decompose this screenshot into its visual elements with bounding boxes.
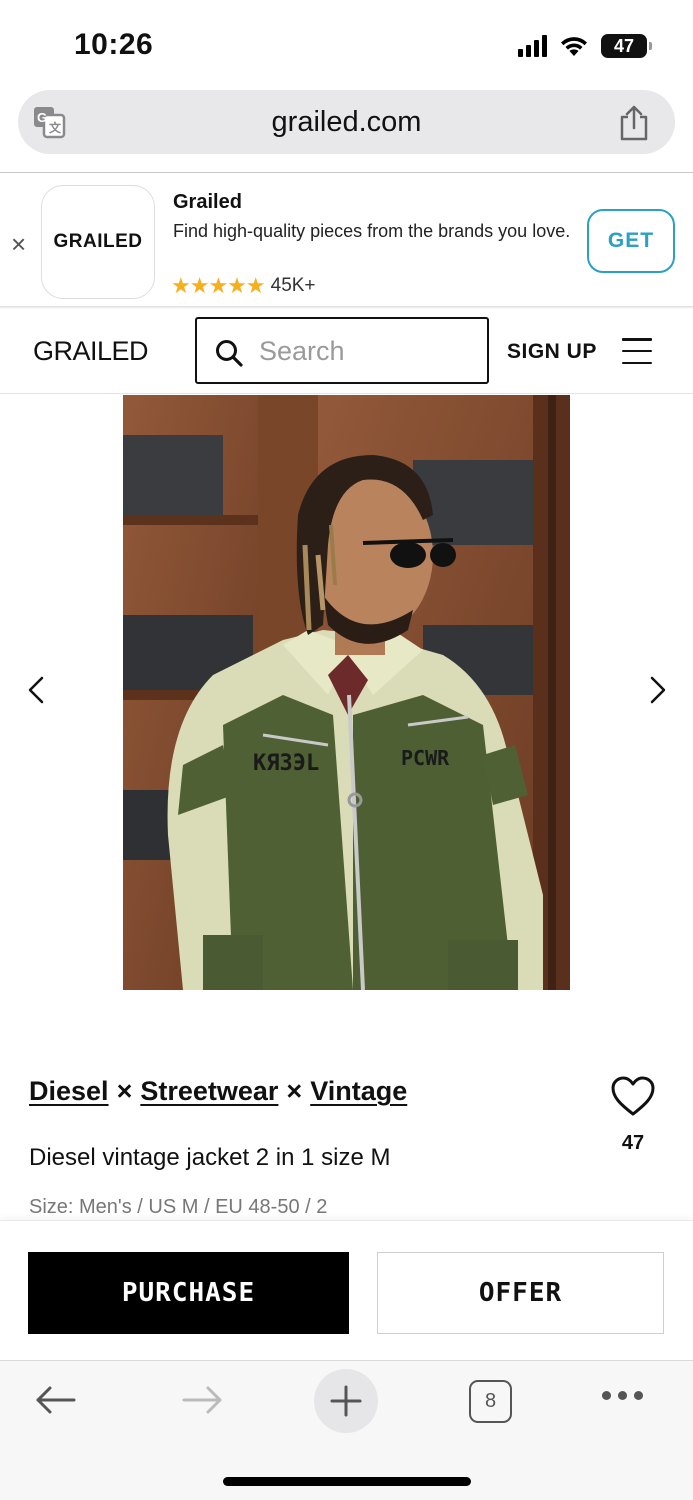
star-rating-icon: ★★★★★ — [171, 273, 266, 298]
designer-links: Diesel × Streetwear × Vintage — [29, 1076, 407, 1107]
browser-toolbar: 8 — [0, 1360, 693, 1500]
designer-separator: × — [116, 1076, 133, 1106]
search-input[interactable] — [259, 331, 479, 371]
url-text[interactable]: grailed.com — [18, 106, 675, 139]
status-icons: 47 — [518, 32, 652, 60]
more-options-icon[interactable] — [602, 1391, 643, 1400]
next-image-arrow-icon[interactable] — [642, 670, 672, 710]
back-arrow-icon[interactable] — [34, 1383, 78, 1417]
new-tab-button[interactable] — [314, 1369, 378, 1433]
designer-link-diesel[interactable]: Diesel — [29, 1076, 109, 1106]
plus-icon — [330, 1385, 362, 1417]
purchase-button[interactable]: PURCHASE — [28, 1252, 349, 1334]
status-bar: 10:26 47 — [0, 0, 693, 90]
previous-image-arrow-icon[interactable] — [22, 670, 52, 710]
app-title: Grailed — [173, 191, 242, 213]
site-header: GRAILED SIGN UP — [0, 310, 693, 394]
product-title: Diesel vintage jacket 2 in 1 size M — [29, 1144, 391, 1171]
hamburger-menu-icon[interactable] — [622, 338, 652, 364]
jacket-print-left: KЯЗЭL — [253, 751, 319, 776]
app-install-banner: × GRAILED Grailed Find high-quality piec… — [0, 173, 693, 307]
address-bar[interactable]: G 文 grailed.com — [18, 90, 675, 154]
heart-icon[interactable] — [610, 1075, 656, 1117]
site-logo[interactable]: GRAILED — [33, 336, 149, 367]
share-icon[interactable] — [617, 104, 651, 142]
forward-arrow-icon[interactable] — [180, 1383, 224, 1417]
designer-separator: × — [286, 1076, 303, 1106]
search-box[interactable] — [195, 317, 489, 384]
designer-link-streetwear[interactable]: Streetwear — [140, 1076, 278, 1106]
jacket-print-right: PCWR — [401, 746, 450, 770]
banner-shadow — [0, 306, 693, 309]
app-description: Find high-quality pieces from the brands… — [173, 221, 571, 241]
app-logo-text: GRAILED — [53, 231, 143, 252]
purchase-panel: PURCHASE OFFER — [0, 1220, 693, 1360]
home-indicator — [223, 1477, 471, 1486]
sign-up-link[interactable]: SIGN UP — [507, 340, 597, 364]
cellular-signal-icon — [518, 35, 547, 57]
wifi-icon — [561, 37, 587, 56]
like-count: 47 — [621, 1132, 645, 1154]
status-time: 10:26 — [74, 28, 154, 61]
get-app-button[interactable]: GET — [587, 209, 675, 273]
search-icon — [216, 340, 243, 367]
app-logo[interactable]: GRAILED — [41, 185, 155, 299]
close-icon[interactable]: × — [11, 231, 26, 257]
app-rating: ★★★★★ 45K+ — [171, 273, 316, 299]
designer-link-vintage[interactable]: Vintage — [310, 1076, 407, 1106]
battery-icon: 47 — [601, 34, 652, 58]
product-photo-illustration: KЯЗЭL PCWR — [123, 395, 570, 990]
offer-button[interactable]: OFFER — [377, 1252, 664, 1334]
size-info: Size: Men's / US M / EU 48-50 / 2 — [29, 1196, 328, 1218]
product-image[interactable]: KЯЗЭL PCWR — [123, 395, 570, 990]
tab-switcher-button[interactable]: 8 — [469, 1380, 512, 1423]
rating-count: 45K+ — [270, 275, 316, 296]
